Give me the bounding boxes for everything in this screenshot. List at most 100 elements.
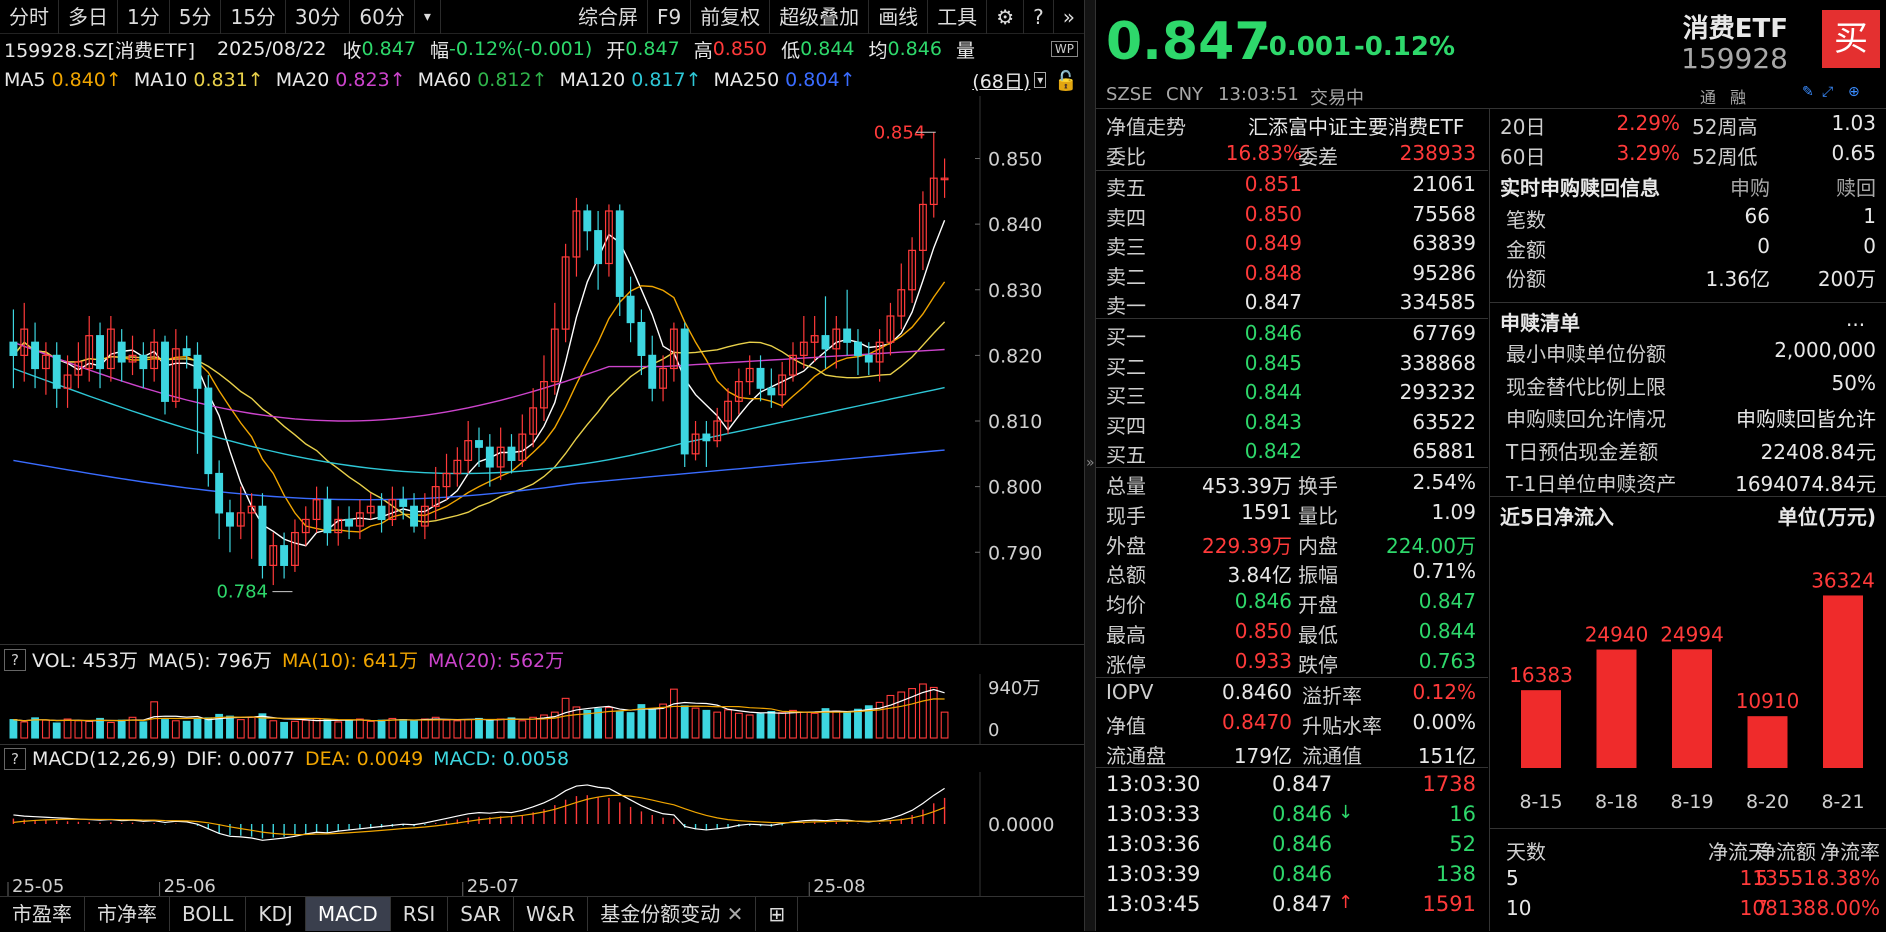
tab-kdj[interactable]: KDJ <box>246 897 306 931</box>
tab-5min[interactable]: 5分 <box>170 0 222 34</box>
macd-dea-line <box>13 794 945 836</box>
inflow-title: 近5日净流入 <box>1500 505 1614 529</box>
redeem-redeem-value: 0 <box>1863 233 1876 258</box>
volume-bar <box>139 721 148 739</box>
tab-multiday[interactable]: 多日 <box>59 0 118 34</box>
tab-pe[interactable]: 市盈率 <box>0 897 85 931</box>
volume-bar <box>355 718 364 739</box>
tab-macd[interactable]: MACD <box>305 897 391 931</box>
candle-body <box>182 348 191 356</box>
iopv-divider <box>1096 767 1488 768</box>
iopv-value: 0.12% <box>1412 680 1476 704</box>
tab-15min[interactable]: 15分 <box>221 0 286 34</box>
ma20-value: 0.823↑ <box>335 69 406 91</box>
expand-icon[interactable]: » <box>1086 455 1095 471</box>
ask-level-label: 卖二 <box>1106 264 1146 289</box>
lock-icon[interactable]: 🔓 <box>1054 69 1078 92</box>
macd-dif-line <box>13 784 945 841</box>
macd-value: MACD: 0.0058 <box>433 747 570 770</box>
pin-icon[interactable]: ⊕ <box>1848 84 1860 100</box>
candlestick-chart[interactable]: 0.8500.8400.8300.8200.8100.8000.7900.854… <box>0 96 1084 644</box>
list-row-value: 50% <box>1831 370 1876 395</box>
tab-wr[interactable]: W&R <box>514 897 589 931</box>
macd-chart[interactable]: 0.0000 25-05 25-06 25-07 25-08 <box>0 772 1084 896</box>
flow-table-divider <box>1490 828 1886 829</box>
bid-level-label: 买五 <box>1106 443 1146 467</box>
weicha-label: 委差 <box>1298 145 1338 169</box>
buy-button[interactable]: 买 <box>1822 10 1880 68</box>
ma10-label: MA10 <box>133 69 188 91</box>
candle-body <box>345 518 354 527</box>
panel-divider[interactable]: » <box>1084 0 1096 931</box>
tab-fund-share[interactable]: 基金份额变动 ✕ <box>588 897 757 931</box>
list-row-label: T日预估现金差额 <box>1506 439 1659 464</box>
gear-icon[interactable]: ⚙ <box>987 0 1025 34</box>
fund-full-name: 汇添富中证主要消费ETF <box>1248 115 1465 139</box>
composite-screen-button[interactable]: 综合屏 <box>569 0 648 34</box>
volume-bar <box>713 711 722 739</box>
edit-icon[interactable]: ✎ <box>1802 84 1814 100</box>
weibi-divider <box>1096 170 1488 171</box>
candle-body <box>637 321 646 356</box>
volume-bar <box>691 707 700 739</box>
inflow-bar-chart[interactable]: 16383 8-15 24940 8-18 24994 8-19 10910 8-20 3632… <box>1490 528 1886 828</box>
bid-price: 0.844 <box>1244 380 1302 404</box>
volume-bar <box>74 720 83 739</box>
days-range-selector[interactable]: (68日) <box>972 67 1030 94</box>
super-overlay-button[interactable]: 超级叠加 <box>770 0 870 34</box>
ask-volume: 63839 <box>1412 231 1476 255</box>
stat-value: 1.09 <box>1431 499 1476 524</box>
tab-1min[interactable]: 1分 <box>118 0 170 34</box>
help-icon[interactable]: ? <box>1024 0 1054 34</box>
volume-bar <box>843 712 852 739</box>
vol-label: 量 <box>955 39 975 62</box>
list-row-value: 2,000,000 <box>1774 338 1876 362</box>
tab-boll[interactable]: BOLL <box>170 897 247 931</box>
stat-value: 0.847 <box>1418 589 1476 614</box>
stats-divider <box>1096 677 1488 678</box>
tab-60min[interactable]: 60分 <box>350 0 415 34</box>
volume-bar <box>52 722 61 739</box>
macd-help-icon[interactable]: ? <box>4 747 26 770</box>
flow-cell: 8.00% <box>1816 896 1880 920</box>
macd-label: MACD(12,26,9) <box>32 747 177 770</box>
expand-window-icon[interactable]: ⤢ <box>1822 84 1833 100</box>
date-tick-label: 25-06 <box>164 876 216 896</box>
tab-rsi[interactable]: RSI <box>391 897 449 931</box>
volume-chart[interactable]: 940万 0 <box>0 674 1084 744</box>
tick-price: 0.847 <box>1272 892 1333 916</box>
inflow-value-label: 10910 <box>1736 689 1800 713</box>
draw-line-button[interactable]: 画线 <box>869 0 929 34</box>
stat-value: 0.850 <box>1234 619 1292 643</box>
bid-level-label: 买四 <box>1106 413 1146 438</box>
more-icon[interactable]: ... <box>1846 307 1865 331</box>
f9-button[interactable]: F9 <box>648 0 692 34</box>
redeem-list-title: 申赎清单 <box>1500 311 1580 335</box>
iopv-label: 流通盘 <box>1106 743 1166 768</box>
d20-label: 20日 <box>1500 115 1546 139</box>
period-dropdown[interactable]: ▾ <box>415 0 441 34</box>
volume-help-icon[interactable]: ? <box>4 648 26 671</box>
tab-pb[interactable]: 市净率 <box>85 897 170 931</box>
close-icon[interactable]: ✕ <box>727 902 744 926</box>
stat-label: 量比 <box>1298 503 1338 528</box>
web-icon[interactable]: WP <box>1050 41 1078 57</box>
flow-cell: 5 <box>1506 866 1519 890</box>
tab-30min[interactable]: 30分 <box>286 0 351 34</box>
iopv-label: IOPV <box>1106 680 1154 704</box>
d60-value: 3.29% <box>1616 141 1680 165</box>
collapse-icon[interactable]: » <box>1054 0 1084 34</box>
currency: CNY <box>1166 84 1204 105</box>
volume-bar <box>63 718 72 739</box>
nav-trend-link[interactable]: 净值走势 <box>1106 111 1186 140</box>
candle-body <box>626 295 635 324</box>
chevron-down-icon[interactable]: ▾ <box>1034 72 1047 88</box>
tab-intraday[interactable]: 分时 <box>0 0 59 34</box>
stat-value: 0.846 <box>1234 589 1292 614</box>
tab-sar[interactable]: SAR <box>448 897 514 931</box>
volume-bar <box>778 712 787 739</box>
add-tab-icon[interactable]: ⊞ <box>756 897 799 931</box>
forward-adjust-button[interactable]: 前复权 <box>691 0 771 34</box>
exchange: SZSE <box>1106 84 1153 105</box>
tools-button[interactable]: 工具 <box>928 0 988 34</box>
